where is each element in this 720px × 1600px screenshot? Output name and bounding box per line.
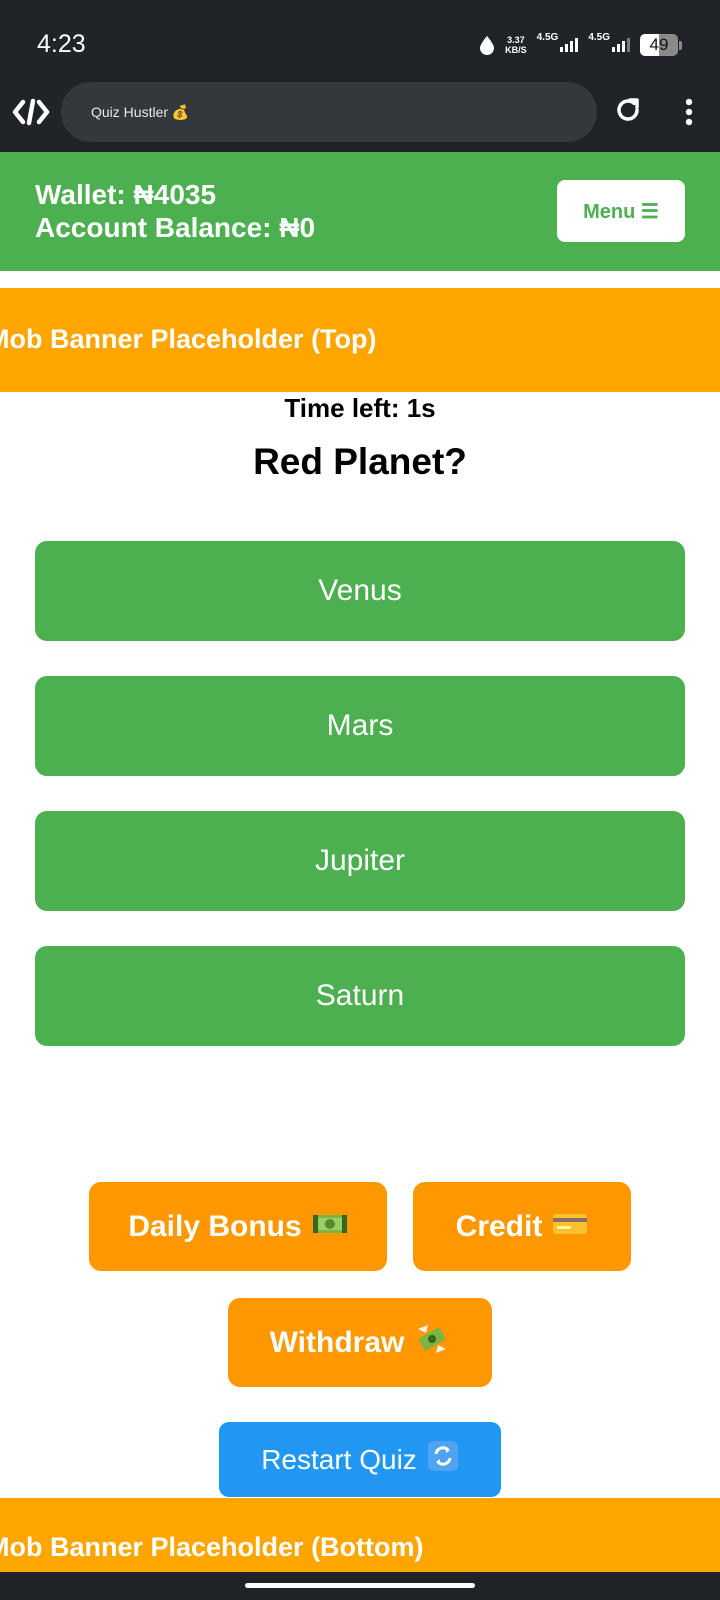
restart-label: Restart Quiz bbox=[261, 1443, 417, 1475]
bottom-banner-text: Mob Banner Placeholder (Bottom) bbox=[0, 1532, 424, 1562]
restart-quiz-button[interactable]: Restart Quiz bbox=[219, 1422, 501, 1497]
network-type-2: 4.5G bbox=[588, 32, 610, 43]
address-bar[interactable]: Quiz Hustler 💰 bbox=[61, 82, 597, 142]
money-wings-icon bbox=[414, 1323, 450, 1363]
option-button-jupiter[interactable]: Jupiter bbox=[35, 811, 685, 911]
signal-icon-2: 4.5G bbox=[588, 32, 630, 52]
app-header: Wallet: ₦4035 Account Balance: ₦0 Menu ☰ bbox=[0, 152, 720, 271]
credit-label: Credit bbox=[455, 1209, 543, 1243]
daily-bonus-button[interactable]: Daily Bonus bbox=[89, 1182, 387, 1271]
bottom-banner-ad[interactable]: Mob Banner Placeholder (Bottom) bbox=[0, 1498, 720, 1572]
wallet-amount: Wallet: ₦4035 bbox=[35, 179, 217, 210]
withdraw-label: Withdraw bbox=[269, 1325, 405, 1359]
battery-percent: 49 bbox=[649, 35, 669, 54]
signal-bars-2 bbox=[612, 38, 630, 52]
restart-arrows-icon bbox=[427, 1440, 459, 1479]
top-banner-ad[interactable]: Mob Banner Placeholder (Top) bbox=[0, 288, 720, 392]
address-text: Quiz Hustler 💰 bbox=[91, 103, 190, 120]
credit-card-icon bbox=[552, 1210, 588, 1244]
navigation-bar bbox=[0, 1572, 720, 1600]
signal-icon: 4.5G bbox=[537, 32, 579, 52]
home-indicator[interactable] bbox=[245, 1583, 475, 1588]
account-balance: Account Balance: ₦0 bbox=[35, 212, 316, 243]
site-logo-icon[interactable] bbox=[12, 98, 50, 131]
withdraw-button[interactable]: Withdraw bbox=[228, 1298, 492, 1387]
option-button-saturn[interactable]: Saturn bbox=[35, 946, 685, 1046]
drop-icon bbox=[479, 35, 495, 55]
status-bar: 4:23 3.37 KB/S 4.5G 4.5G 49 bbox=[0, 0, 720, 80]
screen: 4:23 3.37 KB/S 4.5G 4.5G 49 Quiz Hustler… bbox=[0, 0, 720, 1600]
question-text: Red Planet? bbox=[253, 441, 467, 482]
status-icons: 3.37 KB/S 4.5G 4.5G 49 bbox=[479, 30, 682, 60]
network-speed: 3.37 KB/S bbox=[505, 35, 527, 55]
browser-toolbar: Quiz Hustler 💰 bbox=[0, 80, 720, 152]
network-type-1: 4.5G bbox=[536, 32, 559, 43]
credit-button[interactable]: Credit bbox=[413, 1182, 631, 1271]
signal-bars-1 bbox=[560, 38, 579, 52]
battery-icon: 49 bbox=[640, 34, 678, 56]
status-time: 4:23 bbox=[37, 30, 86, 58]
more-vert-icon[interactable] bbox=[682, 98, 696, 133]
reload-icon[interactable] bbox=[612, 94, 644, 131]
battery-tip bbox=[679, 40, 682, 50]
speed-unit: KB/S bbox=[505, 45, 527, 55]
timer: Time left: 1s bbox=[284, 393, 436, 423]
top-banner-text: Mob Banner Placeholder (Top) bbox=[0, 324, 377, 354]
option-button-venus[interactable]: Venus bbox=[35, 541, 685, 641]
daily-bonus-label: Daily Bonus bbox=[128, 1209, 302, 1243]
option-button-mars[interactable]: Mars bbox=[35, 676, 685, 776]
dollar-bill-icon bbox=[312, 1210, 348, 1244]
balance-info: Wallet: ₦4035 Account Balance: ₦0 bbox=[35, 178, 315, 244]
speed-value: 3.37 bbox=[507, 35, 525, 45]
menu-button[interactable]: Menu ☰ bbox=[557, 180, 685, 242]
